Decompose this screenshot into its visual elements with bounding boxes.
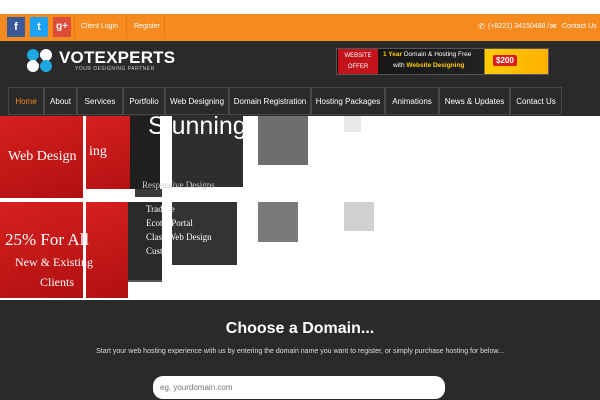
- offer-badge: WEBSITE OFFER: [338, 49, 378, 74]
- hero-offer-text: 25% For All: [5, 230, 90, 249]
- hero-list-item: Ecotel Portal: [146, 218, 193, 228]
- divider: [74, 16, 75, 38]
- nav-web-designing[interactable]: Web Designing: [165, 87, 229, 115]
- hero-stunning-text: Stunning: [148, 112, 247, 140]
- facebook-icon[interactable]: f: [7, 17, 25, 37]
- logo-text[interactable]: VOTEXPERTS: [59, 48, 175, 68]
- logo-tagline: YOUR DESIGNING PARTNER: [75, 66, 155, 72]
- hero-tile: [86, 202, 128, 298]
- hero-responsive-text: Responsive Designs: [142, 180, 215, 190]
- offer-line2-bold: Website Designing: [406, 62, 465, 69]
- nav-domain-registration[interactable]: Domain Registration: [229, 87, 311, 115]
- phone-number: (+8221) 34150488 /: [488, 23, 550, 30]
- nav-services[interactable]: Services: [77, 87, 123, 115]
- hero-list-item: Class Web Design: [146, 232, 212, 242]
- phone-icon: ✆: [478, 22, 485, 31]
- logo-icon[interactable]: [25, 47, 55, 73]
- nav-hosting-packages[interactable]: Hosting Packages: [311, 87, 385, 115]
- offer-line1: 1 Year Domain & Hosting Free: [383, 51, 471, 58]
- hero-web-design-text-2: ing: [89, 144, 107, 159]
- google-plus-icon[interactable]: g+: [53, 17, 71, 37]
- hero-offer-sub: New & Existing: [15, 255, 93, 269]
- twitter-icon[interactable]: t: [30, 17, 48, 37]
- envelope-icon: ✉: [550, 22, 557, 31]
- nav-home[interactable]: Home: [8, 87, 44, 115]
- register-link[interactable]: Register: [134, 23, 160, 30]
- hero-tile: [344, 202, 374, 231]
- offer-line1-rest: Domain & Hosting Free: [402, 51, 472, 58]
- nav-news-updates[interactable]: News & Updates: [439, 87, 510, 115]
- nav-contact-us[interactable]: Contact Us: [510, 87, 562, 115]
- offer-line2: with Website Designing: [393, 62, 464, 69]
- hero-tile: [258, 202, 298, 242]
- hero-tile: [135, 189, 162, 197]
- hero-tile: [128, 280, 162, 282]
- nav-about[interactable]: About: [44, 87, 77, 115]
- domain-search-input[interactable]: [153, 376, 445, 399]
- offer-line2-prefix: with: [393, 62, 407, 69]
- hero-tile: [344, 116, 361, 132]
- offer-line1-prefix: 1 Year: [383, 51, 403, 58]
- client-login-link[interactable]: Client Login: [81, 23, 118, 30]
- hero-web-design-text: Web Design: [8, 149, 77, 164]
- domain-subtitle: Start your web hosting experience with u…: [96, 348, 504, 355]
- hero-offer-clients: Clients: [40, 275, 75, 289]
- offer-badge-line2: OFFER: [347, 64, 369, 70]
- hero-list-item: Cust: [146, 246, 163, 256]
- offer-price: $200: [493, 55, 517, 66]
- offer-badge-line1: WEBSITE: [344, 53, 372, 59]
- nav-animations[interactable]: Animations: [385, 87, 439, 115]
- divider: [126, 16, 127, 38]
- hero-tile: [258, 116, 308, 165]
- hero-list-item: Tradece: [146, 204, 175, 214]
- nav-portfolio[interactable]: Portfolio: [123, 87, 165, 115]
- contact-us-link[interactable]: Contact Us: [562, 23, 597, 30]
- domain-title: Choose a Domain...: [225, 320, 375, 337]
- divider: [164, 16, 165, 38]
